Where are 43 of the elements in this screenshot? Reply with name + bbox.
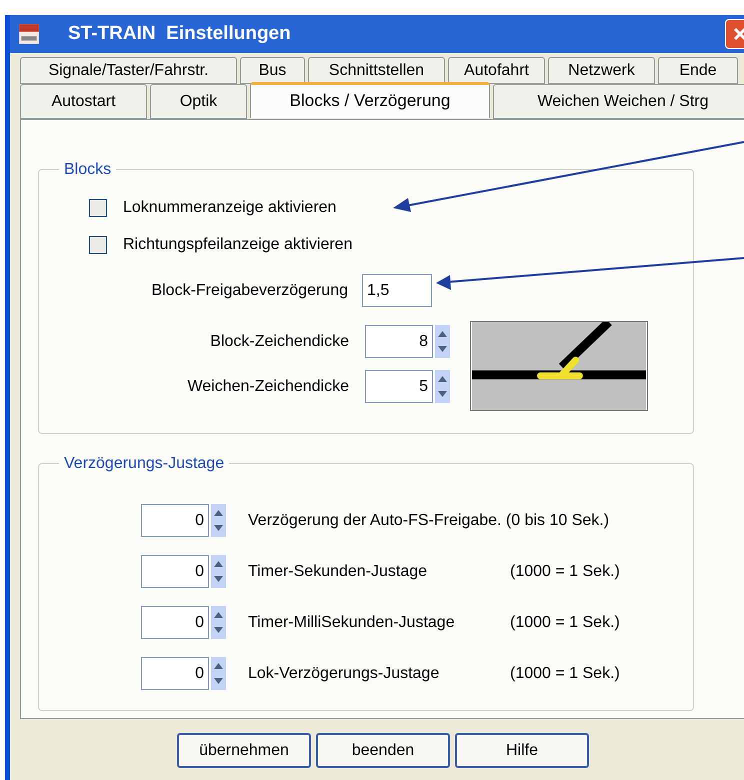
unit-note: (1000 = 1 Sek.) bbox=[510, 664, 620, 684]
dialog-button[interactable]: beenden bbox=[316, 733, 450, 768]
tab[interactable]: Schnittstellen bbox=[308, 57, 445, 84]
tab[interactable]: Autostart bbox=[20, 84, 147, 119]
number-field[interactable]: 0 bbox=[141, 657, 209, 690]
app-logo-icon bbox=[18, 23, 40, 45]
tab[interactable]: Signale/Taster/Fahrstr. bbox=[20, 57, 237, 84]
spin-arrows-icon[interactable] bbox=[211, 555, 226, 588]
unit-note: (1000 = 1 Sek.) bbox=[510, 562, 620, 582]
tab[interactable]: Autofahrt bbox=[448, 57, 545, 84]
dialog-button[interactable]: Hilfe bbox=[455, 733, 589, 768]
checkbox[interactable] bbox=[89, 236, 107, 254]
dialog-button[interactable]: übernehmen bbox=[177, 733, 311, 768]
number-field[interactable]: 0 bbox=[141, 555, 209, 588]
close-icon bbox=[732, 26, 744, 42]
number-field[interactable]: 0 bbox=[141, 504, 209, 537]
checkbox-label: Loknummeranzeige aktivieren bbox=[123, 198, 336, 218]
unit-note: (1000 = 1 Sek.) bbox=[510, 612, 620, 632]
window-title: ST-TRAIN Einstellungen bbox=[68, 22, 291, 46]
tab[interactable]: Blocks / Verzögerung bbox=[250, 82, 490, 118]
tab[interactable]: Netzwerk bbox=[548, 57, 655, 84]
number-field[interactable]: 5 bbox=[365, 370, 433, 403]
delay-field[interactable]: 1,5 bbox=[362, 274, 432, 307]
field-label: Block-Zeichendicke bbox=[209, 332, 349, 352]
spin-arrows-icon[interactable] bbox=[211, 606, 226, 639]
spin-arrows-icon[interactable] bbox=[211, 504, 226, 537]
tab[interactable]: Optik bbox=[150, 84, 247, 119]
field-label: Block-Freigabeverzögerung bbox=[150, 280, 348, 300]
spin-arrows-icon[interactable] bbox=[435, 325, 450, 358]
spin-arrows-icon[interactable] bbox=[211, 657, 226, 690]
setting-label: Timer-MilliSekunden-Justage bbox=[248, 612, 456, 632]
field-label: Weichen-Zeichendicke bbox=[186, 376, 349, 396]
number-field[interactable]: 0 bbox=[141, 606, 209, 639]
checkbox[interactable] bbox=[89, 199, 107, 217]
tab[interactable]: Bus bbox=[240, 57, 305, 84]
tab[interactable]: Weichen Weichen / Strg bbox=[493, 84, 744, 119]
setting-label: Timer-Sekunden-Justage bbox=[248, 562, 428, 582]
tab[interactable]: Ende bbox=[658, 57, 738, 84]
checkbox-label: Richtungspfeilanzeige aktivieren bbox=[123, 235, 352, 255]
setting-label: Lok-Verzögerungs-Justage bbox=[248, 664, 440, 684]
setting-label: Verzögerung der Auto-FS-Freigabe. (0 bis 10 Sek.) bbox=[248, 510, 610, 530]
number-field[interactable]: 8 bbox=[365, 325, 433, 358]
spin-arrows-icon[interactable] bbox=[435, 370, 450, 403]
